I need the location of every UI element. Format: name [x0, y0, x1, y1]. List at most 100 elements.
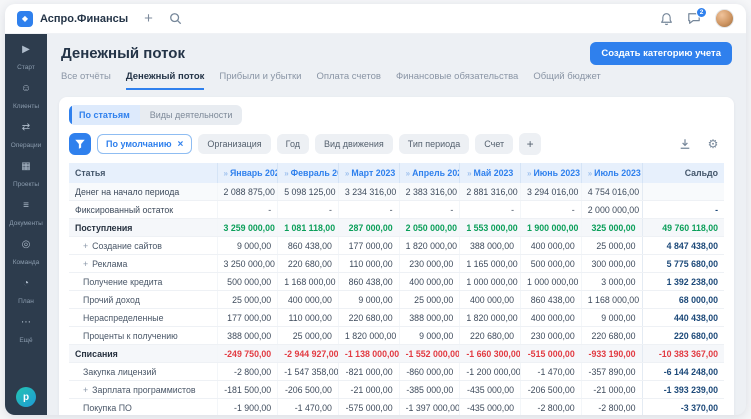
value-cell: -821 000,00	[337, 362, 400, 381]
expand-column-icon[interactable]: »	[345, 169, 349, 178]
expand-row-icon[interactable]: +	[83, 259, 88, 269]
start-icon: ▶	[22, 44, 30, 55]
sidebar-item-team[interactable]: ◎ Команда	[5, 235, 47, 274]
expand-column-icon[interactable]: »	[406, 169, 410, 178]
table-row-interest-receivable[interactable]: Проценты к получению 388 000,00 25 000,00 1…	[69, 326, 724, 345]
saldo-cell	[641, 183, 724, 201]
expand-row-icon[interactable]: +	[83, 385, 88, 395]
row-label: Поступления	[75, 222, 133, 233]
row-label: Фиксированный остаток	[75, 204, 174, 215]
sidebar-item-operations[interactable]: ⇄ Операции	[5, 118, 47, 157]
add-filter-button[interactable]: +	[519, 133, 542, 155]
table-header-row: Статья»Январь 2023»Февраль 2023»Март 202…	[69, 163, 724, 183]
expand-column-icon[interactable]: »	[467, 169, 471, 178]
filter-year-button[interactable]: Год	[276, 134, 310, 154]
table-row-opening-balance[interactable]: Денег на начало периода 2 088 875,00 5 098…	[69, 183, 724, 201]
table-row-software[interactable]: Покупка ПО -1 900,00 -1 470,00 -575 000,00-…	[69, 398, 724, 415]
column-header-text: Май 2023	[473, 168, 514, 178]
filter-button[interactable]	[69, 133, 91, 155]
table-row-unallocated[interactable]: Нераспределенные 177 000,00 110 000,00 220 …	[69, 308, 724, 327]
expand-column-icon[interactable]: »	[588, 169, 592, 178]
sidebar-item-clients[interactable]: ☺ Клиенты	[5, 79, 47, 118]
filter-buttons: Организация Год Вид движения Тип периода Сче…	[198, 134, 514, 154]
table-row-income[interactable]: Поступления 3 259 000,00 1 081 118,00 287 0…	[69, 218, 724, 237]
sidebar-item-projects[interactable]: ▦ Проекты	[5, 157, 47, 196]
column-header-month[interactable]: » Июнь 2023	[520, 163, 582, 183]
table-row-advertising[interactable]: + Реклама 3 250 000,00 220 680,00 110 000,00…	[69, 254, 724, 273]
saldo-cell: -10 383 367,00	[641, 344, 724, 363]
user-avatar[interactable]	[715, 9, 734, 28]
messages-icon[interactable]: 2	[687, 7, 707, 25]
table-row-other-income[interactable]: Прочий доход 25 000,00 400 000,00 9 000,00 2…	[69, 290, 724, 309]
row-label-cell: Проценты к получению	[69, 326, 217, 345]
sidebar-item-start[interactable]: ▶ Старт	[5, 40, 47, 79]
table-row-dev-salary[interactable]: + Зарплата программистов -181 500,00 -206 5…	[69, 380, 724, 399]
preset-chip-label: По умолчанию	[106, 139, 172, 149]
toggle-by-activity[interactable]: Виды деятельности	[140, 105, 243, 125]
page-title: Денежный поток	[61, 45, 185, 62]
sidebar-item-label: План	[18, 298, 34, 305]
notifications-bell-icon[interactable]	[660, 12, 673, 26]
toggle-by-items[interactable]: По статьям	[69, 105, 140, 125]
row-label: Создание сайтов	[92, 240, 162, 251]
column-header-month[interactable]: »Январь 2023	[216, 163, 278, 183]
download-icon	[679, 138, 691, 150]
value-cell: 1 168 000,00	[277, 272, 339, 291]
value-cell: 4 754 016,00	[580, 183, 642, 201]
download-button[interactable]	[674, 133, 696, 155]
value-cell: 5 098 125,00	[277, 183, 339, 201]
value-cell: -249 750,00	[216, 344, 278, 363]
expand-column-icon[interactable]: »	[527, 169, 531, 178]
filter-movement-type-button[interactable]: Вид движения	[315, 134, 393, 154]
search-icon[interactable]	[169, 12, 182, 25]
tab-cash-flow[interactable]: Денежный поток	[125, 71, 205, 90]
table-row-site-creation[interactable]: + Создание сайтов 9 000,00 860 438,00 177 00…	[69, 236, 724, 255]
expand-column-icon[interactable]: »	[224, 169, 228, 178]
tab-liabilities[interactable]: Финансовые обязательства	[396, 71, 518, 90]
filter-account-button[interactable]: Счет	[475, 134, 514, 154]
table-row-loan[interactable]: Получение кредита 500 000,00 1 168 000,00 8…	[69, 272, 724, 291]
row-label-cell: + Зарплата программистов	[69, 380, 217, 399]
filter-organization-button[interactable]: Организация	[198, 134, 271, 154]
value-cell: 1 820 000,00	[398, 236, 460, 255]
value-cell: 860 438,00	[520, 290, 582, 309]
topbar: ◆ Аспро.Финансы + 2	[5, 4, 746, 34]
value-cell: -	[398, 200, 460, 219]
create-category-button[interactable]: Создать категорию учета	[590, 42, 732, 65]
sidebar-item-label: Документы	[9, 220, 43, 227]
column-header-text: Март 2023	[351, 168, 396, 178]
saldo-cell: 1 392 238,00	[641, 272, 724, 291]
preset-chip[interactable]: По умолчанию ×	[97, 134, 193, 154]
tab-all-reports[interactable]: Все отчёты	[61, 71, 111, 90]
report-tabs: Все отчёты Денежный поток Прибыли и убытки…	[47, 67, 746, 90]
expand-column-icon[interactable]: »	[284, 169, 288, 178]
column-header-month[interactable]: » Май 2023	[459, 163, 521, 183]
column-header-month[interactable]: »Апрель 2023	[398, 163, 460, 183]
value-cell: -1 200 000,00	[459, 362, 521, 381]
value-cell: 500 000,00	[216, 272, 278, 291]
close-icon[interactable]: ×	[178, 139, 184, 149]
column-header-month[interactable]: » Март 2023	[337, 163, 400, 183]
saldo-cell: -6 144 248,00	[641, 362, 724, 381]
filter-period-type-button[interactable]: Тип периода	[398, 134, 470, 154]
tab-budget[interactable]: Общий бюджет	[533, 71, 600, 90]
sidebar-item-plan[interactable]: ◔ План	[5, 274, 47, 313]
aspro-logo[interactable]: p	[16, 387, 36, 407]
brand[interactable]: ◆ Аспро.Финансы	[17, 10, 128, 27]
column-header-month[interactable]: » Июль 2023	[580, 163, 642, 183]
sidebar-item-documents[interactable]: ≡ Документы	[5, 196, 47, 235]
value-cell: 1 168 000,00	[580, 290, 642, 309]
table-row-fixed-balance[interactable]: Фиксированный остаток - - - - - -2 000 000,00-	[69, 200, 724, 219]
tab-invoices[interactable]: Оплата счетов	[316, 71, 380, 90]
sidebar-item-more[interactable]: ⋯ Ещё	[5, 313, 47, 352]
topbar-right: 2	[660, 7, 734, 28]
tab-profit-loss[interactable]: Прибыли и убытки	[219, 71, 301, 90]
value-cell: -933 190,00	[580, 344, 642, 363]
table-row-expenses[interactable]: Списания -249 750,00 -2 944 927,00 -1 138 0…	[69, 344, 724, 363]
quick-add-icon[interactable]: +	[144, 11, 153, 26]
expand-row-icon[interactable]: +	[83, 241, 88, 251]
column-header-month[interactable]: »Февраль 2023	[277, 163, 339, 183]
table-row-licenses[interactable]: Закупка лицензий -2 800,00 -1 547 358,00 -8…	[69, 362, 724, 381]
value-cell: 177 000,00	[337, 236, 400, 255]
settings-button[interactable]: ⚙	[702, 133, 724, 155]
